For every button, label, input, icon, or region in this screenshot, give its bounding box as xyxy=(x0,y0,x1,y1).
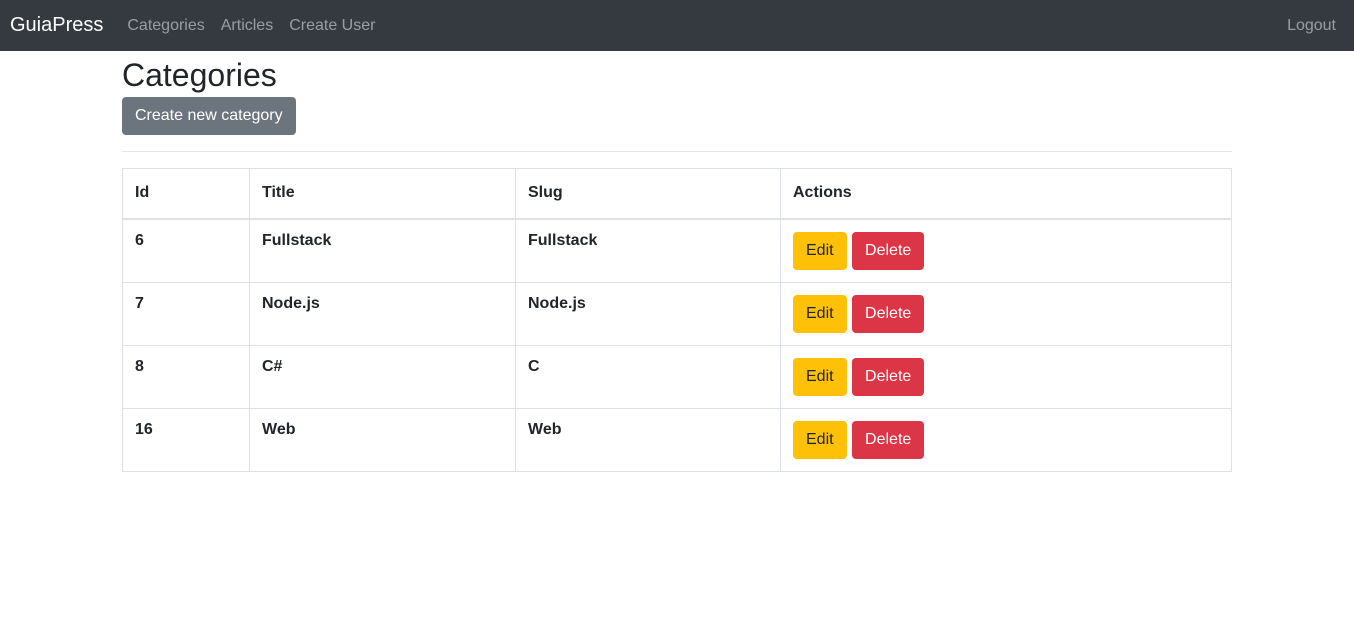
header-title: Title xyxy=(249,168,516,220)
table-row: 16 Web Web Edit Delete xyxy=(122,407,1232,472)
header-actions: Actions xyxy=(780,168,1232,220)
cell-id: 8 xyxy=(122,344,250,409)
cell-id: 16 xyxy=(122,407,250,472)
cell-slug: Web xyxy=(515,407,781,472)
navbar: GuiaPress Categories Articles Create Use… xyxy=(0,0,1354,51)
table-row: 8 C# C Edit Delete xyxy=(122,344,1232,409)
edit-button[interactable]: Edit xyxy=(793,357,847,396)
logout-link[interactable]: Logout xyxy=(1287,17,1336,35)
delete-button[interactable]: Delete xyxy=(852,294,925,333)
cell-title: C# xyxy=(249,344,516,409)
nav-link-create-user[interactable]: Create User xyxy=(281,17,383,35)
edit-button[interactable]: Edit xyxy=(793,294,847,333)
table-row: 6 Fullstack Fullstack Edit Delete xyxy=(122,218,1232,283)
cell-actions: Edit Delete xyxy=(780,281,1232,346)
cell-id: 6 xyxy=(122,218,250,283)
table-header-row: Id Title Slug Actions xyxy=(122,168,1232,220)
cell-title: Fullstack xyxy=(249,218,516,283)
header-id: Id xyxy=(122,168,250,220)
delete-button[interactable]: Delete xyxy=(852,231,925,270)
cell-slug: Fullstack xyxy=(515,218,781,283)
cell-id: 7 xyxy=(122,281,250,346)
header-slug: Slug xyxy=(515,168,781,220)
divider xyxy=(122,151,1232,152)
nav-links: Categories Articles Create User xyxy=(119,17,1287,35)
delete-button[interactable]: Delete xyxy=(852,357,925,396)
table-row: 7 Node.js Node.js Edit Delete xyxy=(122,281,1232,346)
cell-actions: Edit Delete xyxy=(780,218,1232,283)
delete-button[interactable]: Delete xyxy=(852,420,925,459)
page-title: Categories xyxy=(122,57,277,93)
cell-title: Web xyxy=(249,407,516,472)
cell-slug: Node.js xyxy=(515,281,781,346)
nav-link-articles[interactable]: Articles xyxy=(213,17,281,35)
brand-link[interactable]: GuiaPress xyxy=(10,14,103,37)
edit-button[interactable]: Edit xyxy=(793,420,847,459)
main-container: Categories Create new category Id Title … xyxy=(122,51,1232,472)
nav-link-categories[interactable]: Categories xyxy=(119,17,212,35)
edit-button[interactable]: Edit xyxy=(793,231,847,270)
cell-actions: Edit Delete xyxy=(780,407,1232,472)
cell-actions: Edit Delete xyxy=(780,344,1232,409)
categories-table: Id Title Slug Actions 6 Fullstack Fullst… xyxy=(122,168,1232,472)
create-category-button[interactable]: Create new category xyxy=(122,97,296,135)
cell-slug: C xyxy=(515,344,781,409)
cell-title: Node.js xyxy=(249,281,516,346)
